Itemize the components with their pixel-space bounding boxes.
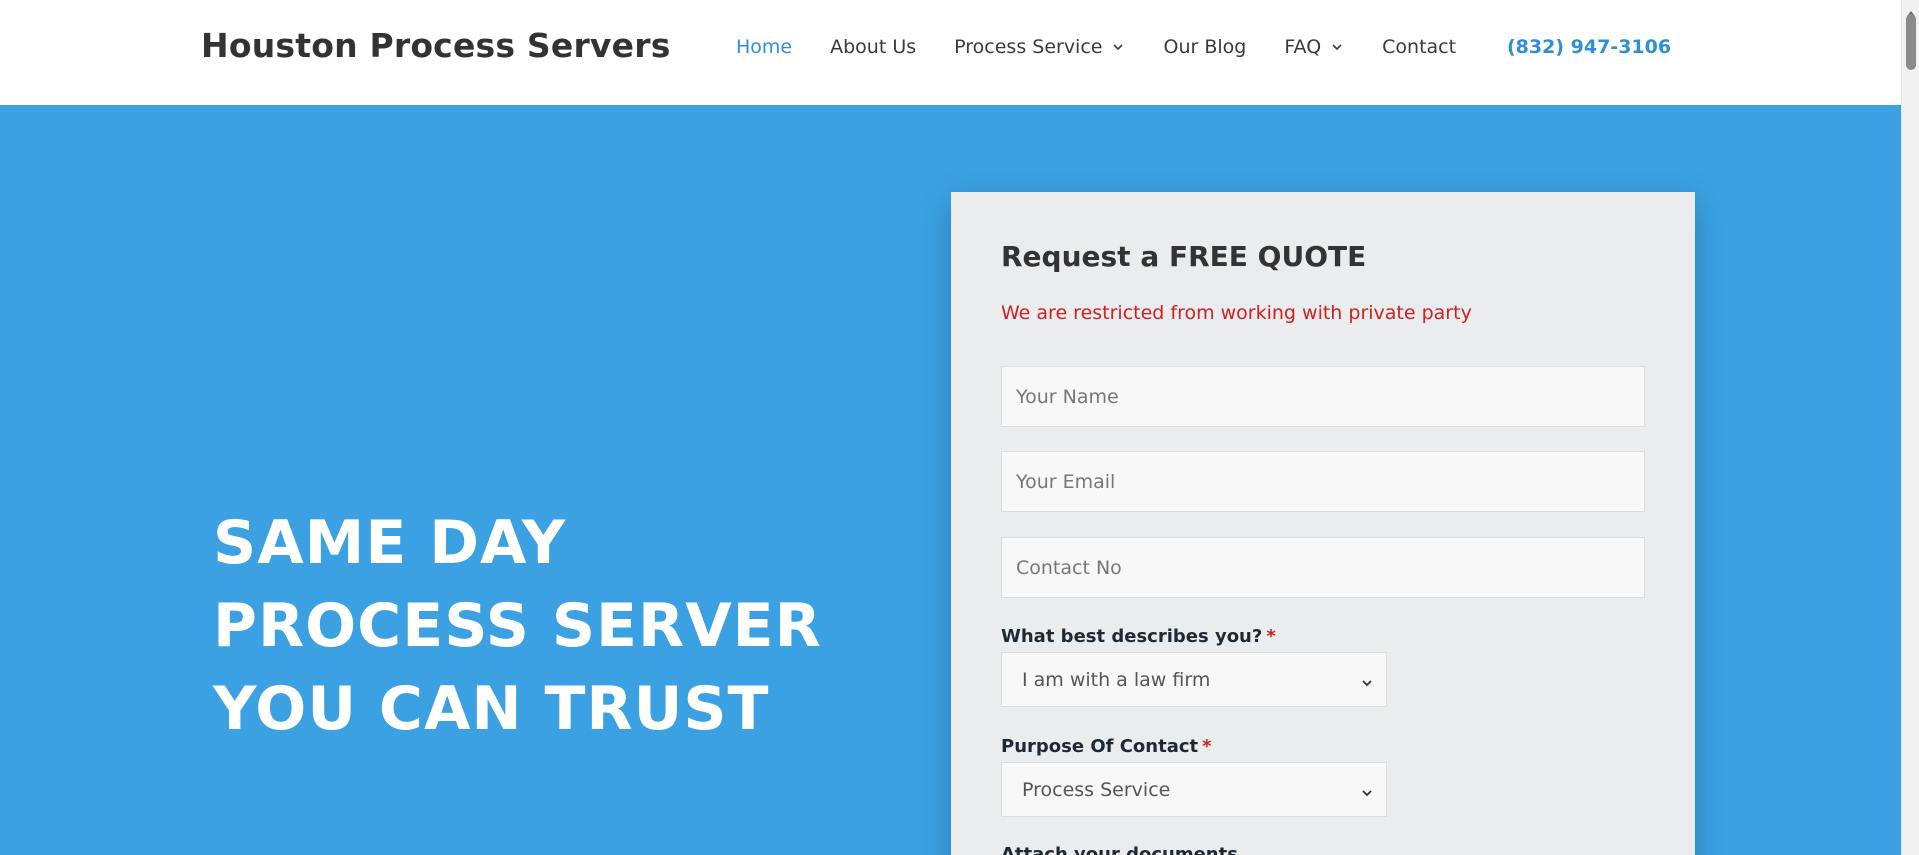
chevron-down-icon [1360,673,1374,687]
quote-form-title: Request a FREE QUOTE [1001,240,1367,273]
quote-form-notice: We are restricted from working with priv… [1001,302,1472,324]
purpose-label-text: Purpose Of Contact [1001,736,1199,757]
chevron-down-icon [1111,40,1125,54]
nav-home[interactable]: Home [736,36,792,58]
nav-contact[interactable]: Contact [1382,36,1456,58]
nav-blog[interactable]: Our Blog [1163,36,1246,58]
purpose-select-value: Process Service [1022,778,1171,801]
site-brand[interactable]: Houston Process Servers [201,26,671,65]
describe-select[interactable]: I am with a law firm [1001,652,1387,707]
nav-contact-label: Contact [1382,36,1457,58]
nav-process-service-label: Process Service [954,36,1103,58]
nav-about[interactable]: About Us [830,36,916,58]
nav-faq[interactable]: FAQ [1284,36,1344,58]
hero-title: SAME DAY PROCESS SERVER YOU CAN TRUST [213,502,822,751]
hero-title-line-1: SAME DAY [213,508,567,578]
page-scrollbar[interactable] [1901,0,1919,855]
page-viewport: Houston Process Servers Home About Us Pr… [0,0,1919,855]
hero-title-line-3: YOU CAN TRUST [213,674,770,744]
chevron-down-icon [1360,783,1374,797]
hero-title-line-2: PROCESS SERVER [213,591,822,661]
chevron-down-icon [1330,40,1344,54]
scroll-up-arrow-icon[interactable] [1906,4,1916,16]
describe-label: What best describes you? * [1001,626,1276,647]
describe-select-value: I am with a law firm [1022,668,1211,691]
nav-about-label: About Us [830,36,917,58]
name-input[interactable] [1001,366,1645,427]
contact-number-input[interactable] [1001,537,1645,598]
nav-home-label: Home [736,36,793,58]
nav-faq-label: FAQ [1284,36,1322,58]
nav-phone-link[interactable]: (832) 947-3106 [1507,36,1671,58]
nav-process-service[interactable]: Process Service [954,36,1125,58]
required-mark: * [1202,736,1212,757]
purpose-select[interactable]: Process Service [1001,762,1387,817]
main-nav: Home About Us Process Service Our Blog F… [736,36,1494,58]
quote-form-card: Request a FREE QUOTE We are restricted f… [951,192,1695,855]
required-mark: * [1266,626,1276,647]
purpose-label: Purpose Of Contact * [1001,736,1212,757]
attach-documents-label: Attach your documents [1001,844,1238,855]
site-header: Houston Process Servers Home About Us Pr… [0,0,1901,105]
describe-label-text: What best describes you? [1001,626,1263,647]
nav-blog-label: Our Blog [1163,36,1247,58]
email-input[interactable] [1001,451,1645,512]
scrollbar-thumb[interactable] [1906,14,1916,70]
